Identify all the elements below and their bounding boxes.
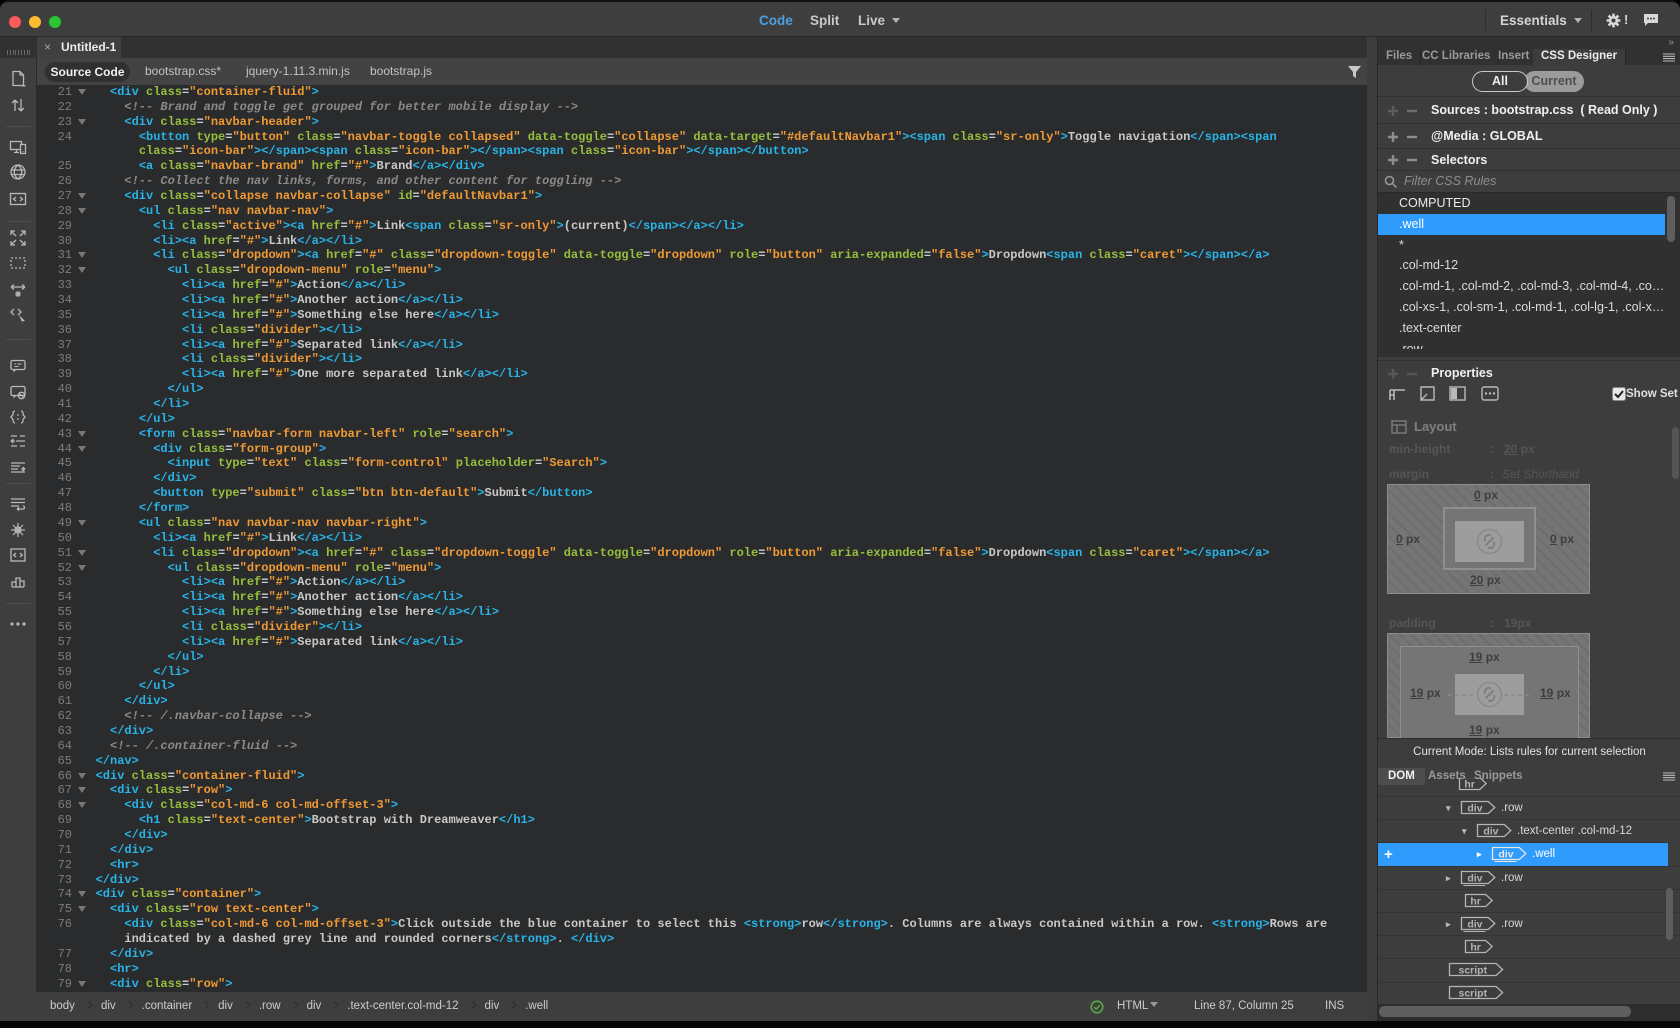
svg-text:div: div — [1483, 826, 1498, 838]
svg-text:hr: hr — [1470, 942, 1481, 954]
svg-text:div: div — [1498, 849, 1513, 861]
svg-text:div: div — [1467, 919, 1482, 931]
svg-text:hr: hr — [1470, 895, 1481, 907]
svg-text:hr: hr — [1464, 779, 1475, 791]
svg-text:div: div — [1467, 872, 1482, 884]
svg-text:script: script — [1459, 988, 1488, 1000]
svg-text:div: div — [1467, 803, 1482, 815]
svg-text:script: script — [1459, 965, 1488, 977]
